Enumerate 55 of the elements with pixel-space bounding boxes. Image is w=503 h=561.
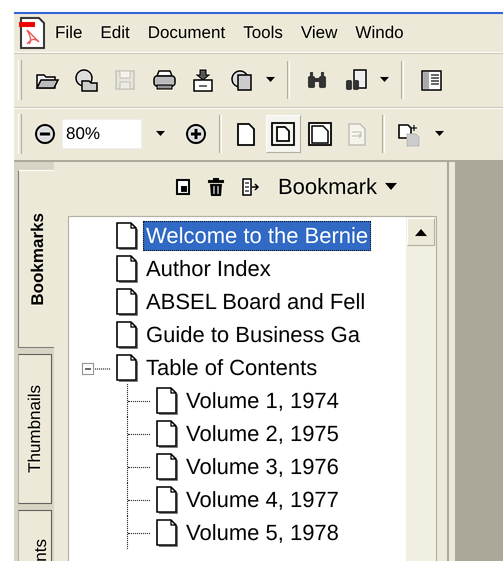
bookmark-item[interactable]: Volume 1, 1974 (183, 386, 342, 416)
bookmark-item[interactable]: Table of Contents (143, 352, 320, 382)
document-icon (156, 486, 178, 514)
bookmark-item[interactable]: Volume 4, 1977 (183, 484, 342, 514)
document-icon (156, 420, 178, 448)
pdf-logo-icon (18, 16, 46, 50)
menu-item[interactable]: Edit (91, 23, 139, 43)
zoom-field[interactable]: 80% (62, 119, 142, 149)
document-icon (116, 354, 138, 382)
document-icon (116, 254, 138, 282)
menu-item[interactable]: Tools (234, 23, 292, 43)
document-icon (156, 386, 178, 414)
globe-folder-icon (74, 68, 99, 92)
document-icon (116, 320, 138, 348)
up-arrow-icon (415, 228, 427, 236)
scrollbar[interactable] (406, 217, 436, 561)
framed-page-icon (271, 122, 296, 146)
menu-item[interactable]: Windo (346, 23, 413, 43)
bookmark-item[interactable]: ABSEL Board and Fell (143, 286, 368, 316)
caret-icon (156, 131, 165, 137)
menu-item[interactable]: Document (138, 23, 234, 43)
new-bookmark-icon (176, 179, 190, 195)
globe-page-icon (230, 68, 255, 92)
caret-icon (380, 77, 389, 83)
options-menu-button[interactable]: Bookmark (272, 174, 403, 200)
bookmark-item[interactable]: Welcome to the Bernie (143, 220, 372, 250)
caret-icon (385, 183, 397, 191)
menu-item[interactable]: File (46, 23, 92, 43)
panel-tab[interactable]: Thumbnails (18, 354, 52, 504)
bookmark-item[interactable]: Author Index (143, 254, 274, 284)
scroll-up-button[interactable] (407, 218, 435, 246)
bookmark-item[interactable]: Volume 5, 1978 (183, 518, 342, 548)
bookmark-item[interactable]: Volume 2, 1975 (183, 418, 342, 448)
panel-tab[interactable]: Bookmarks (18, 170, 54, 348)
download-box-icon (191, 68, 216, 92)
plus-circle-icon (185, 123, 207, 145)
minus-circle-icon (34, 123, 56, 145)
panel-tab[interactable]: nts (18, 510, 52, 561)
printer-icon (152, 68, 177, 92)
document-icon (116, 222, 138, 250)
document-icon (116, 288, 138, 316)
panel-layout-icon (419, 68, 444, 92)
bookmark-item[interactable]: Volume 3, 1976 (183, 452, 342, 482)
binoculars-document-icon (344, 68, 369, 92)
caret-icon (266, 77, 275, 83)
bookmark-item[interactable]: Guide to Business Ga (143, 320, 364, 350)
document-icon (156, 452, 178, 480)
menu-item[interactable]: View (292, 23, 346, 43)
page-arrow-icon (242, 178, 260, 196)
fit-view-button[interactable] (266, 115, 301, 153)
trash-icon (208, 178, 224, 196)
document-icon (156, 518, 178, 546)
wide-page-icon (308, 122, 333, 146)
collapse-toggle-icon[interactable] (82, 363, 112, 375)
caret-icon (435, 131, 444, 137)
